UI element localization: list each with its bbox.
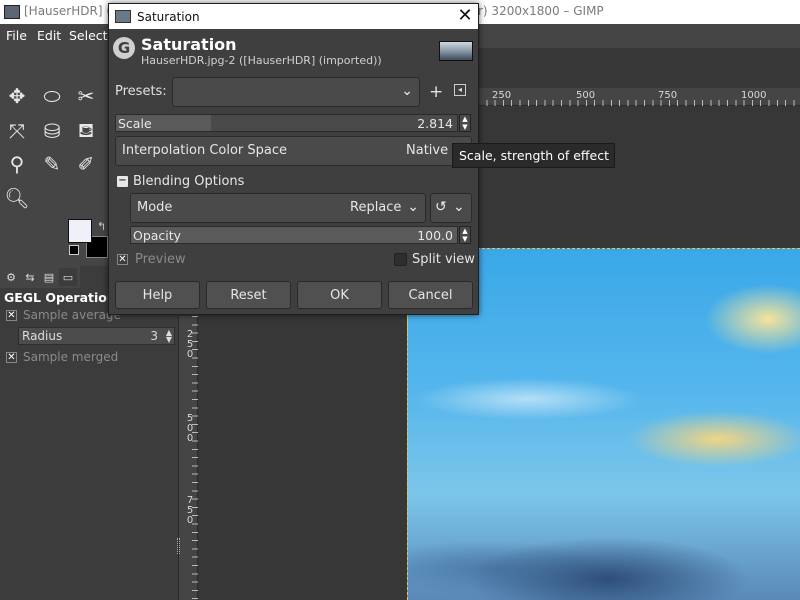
collapse-icon[interactable]: −	[117, 176, 128, 187]
dialog-header-title: Saturation	[141, 35, 237, 54]
tooltip: Scale, strength of effect	[452, 143, 615, 168]
mode-value: Replace	[350, 200, 402, 215]
default-colors-icon[interactable]	[69, 245, 79, 255]
radius-value: 3	[150, 329, 158, 343]
dialog-header-subtitle: HauserHDR.jpg-2 ([HauserHDR] (imported))	[141, 54, 382, 67]
radius-spin-arrows-icon[interactable]: ▲ ▼	[166, 329, 172, 344]
interpolation-label: Interpolation Color Space	[122, 143, 288, 158]
zoom-tool-icon[interactable]: 🔍︎	[3, 184, 31, 212]
gimp-window-icon	[4, 5, 20, 19]
menu-file[interactable]: File	[6, 28, 27, 43]
opacity-label: Opacity	[133, 228, 182, 243]
ruler-minor-ticks	[478, 100, 800, 106]
scissors-select-tool-icon[interactable]: ✂	[72, 82, 100, 110]
color-picker-tool-icon[interactable]: ✐	[72, 150, 100, 178]
vertical-ruler[interactable]: 250 500 750	[180, 316, 198, 600]
menu-edit[interactable]: Edit	[37, 28, 61, 43]
dock-tabs: ⚙ ⇆ ▤ ▭	[0, 266, 80, 288]
foreground-color-swatch[interactable]	[68, 219, 92, 243]
blending-options-expander[interactable]: Blending Options	[133, 174, 244, 189]
sample-merged-checkbox[interactable]: ✕	[6, 352, 17, 363]
preview-label: Preview	[135, 252, 186, 267]
sample-merged-label: Sample merged	[23, 350, 119, 364]
dialog-window-title: Saturation	[137, 10, 200, 24]
split-view-checkbox[interactable]	[394, 253, 407, 266]
chevron-down-icon: ⌄	[401, 83, 413, 99]
dialog-title-bar: Saturation ✕	[109, 4, 478, 29]
display-tab-icon[interactable]: ▭	[59, 268, 77, 286]
horizontal-ruler[interactable]: 250 500 750 1000	[478, 88, 800, 106]
dialog-window-icon	[115, 10, 131, 23]
gimp-logo-icon: G	[113, 37, 135, 59]
dialog-close-button[interactable]: ✕	[455, 6, 475, 26]
preset-menu-icon[interactable]: ◂	[454, 84, 466, 96]
presets-label: Presets:	[115, 84, 167, 99]
chevron-down-icon: ⌄	[407, 199, 419, 215]
ok-button[interactable]: OK	[297, 281, 382, 309]
composite-mode-combo[interactable]: ↺ ⌄	[430, 193, 472, 223]
sample-average-checkbox[interactable]: ✕	[6, 310, 17, 321]
device-status-tab-icon[interactable]: ▤	[40, 268, 58, 286]
opacity-slider[interactable]: Opacity 100.0	[130, 226, 458, 244]
main-window-title-suffix: r) 3200x1800 – GIMP	[478, 4, 604, 18]
transform-tool-icon[interactable]: ⤧	[3, 117, 31, 145]
radius-label: Radius	[22, 329, 63, 343]
swap-colors-icon[interactable]: ↰	[97, 220, 106, 233]
presets-combo[interactable]: ⌄	[172, 77, 420, 107]
opacity-spin-arrows-icon[interactable]: ▲ ▼	[459, 226, 471, 244]
clone-tool-icon[interactable]: ⚲	[3, 150, 31, 178]
mode-combo[interactable]: Mode Replace ⌄	[130, 193, 426, 223]
scale-label: Scale	[118, 116, 152, 131]
chevron-down-icon: ⌄	[453, 199, 465, 215]
mode-label: Mode	[137, 200, 173, 215]
undo-history-tab-icon[interactable]: ⇆	[21, 268, 39, 286]
bucket-fill-tool-icon[interactable]: ⛾	[72, 117, 100, 145]
smudge-tool-icon[interactable]: ✎	[38, 150, 66, 178]
add-preset-icon[interactable]: +	[429, 82, 443, 102]
dock-resize-handle[interactable]	[177, 538, 180, 554]
warp-tool-icon[interactable]: ⛁	[38, 117, 66, 145]
cancel-button[interactable]: Cancel	[388, 281, 473, 309]
sample-average-label: Sample average	[23, 308, 121, 322]
ellipse-select-tool-icon[interactable]: ⬭	[38, 82, 66, 110]
radius-spinbox[interactable]: Radius 3 ▲ ▼	[18, 327, 175, 345]
scale-value: 2.814	[417, 116, 453, 131]
interpolation-value: Native	[406, 143, 449, 158]
move-tool-icon[interactable]: ✥	[3, 82, 31, 110]
ruler-minor-ticks	[192, 316, 198, 600]
help-button[interactable]: Help	[115, 281, 200, 309]
opacity-value: 100.0	[417, 228, 453, 243]
tool-options-tab-icon[interactable]: ⚙	[2, 268, 20, 286]
tool-options-title: GEGL Operation	[4, 290, 116, 305]
scale-slider[interactable]: Scale 2.814	[115, 114, 458, 132]
scale-spin-arrows-icon[interactable]: ▲ ▼	[459, 114, 471, 132]
preview-checkbox[interactable]: ✕	[117, 254, 128, 265]
saturation-dialog: Saturation ✕ G Saturation HauserHDR.jpg-…	[108, 3, 479, 315]
split-view-label: Split view	[412, 252, 475, 267]
image-thumbnail	[439, 41, 473, 61]
reset-button[interactable]: Reset	[206, 281, 291, 309]
menu-select[interactable]: Select	[69, 28, 108, 43]
composite-mode-icon: ↺	[435, 199, 447, 215]
interpolation-combo[interactable]: Interpolation Color Space Native	[115, 136, 472, 166]
